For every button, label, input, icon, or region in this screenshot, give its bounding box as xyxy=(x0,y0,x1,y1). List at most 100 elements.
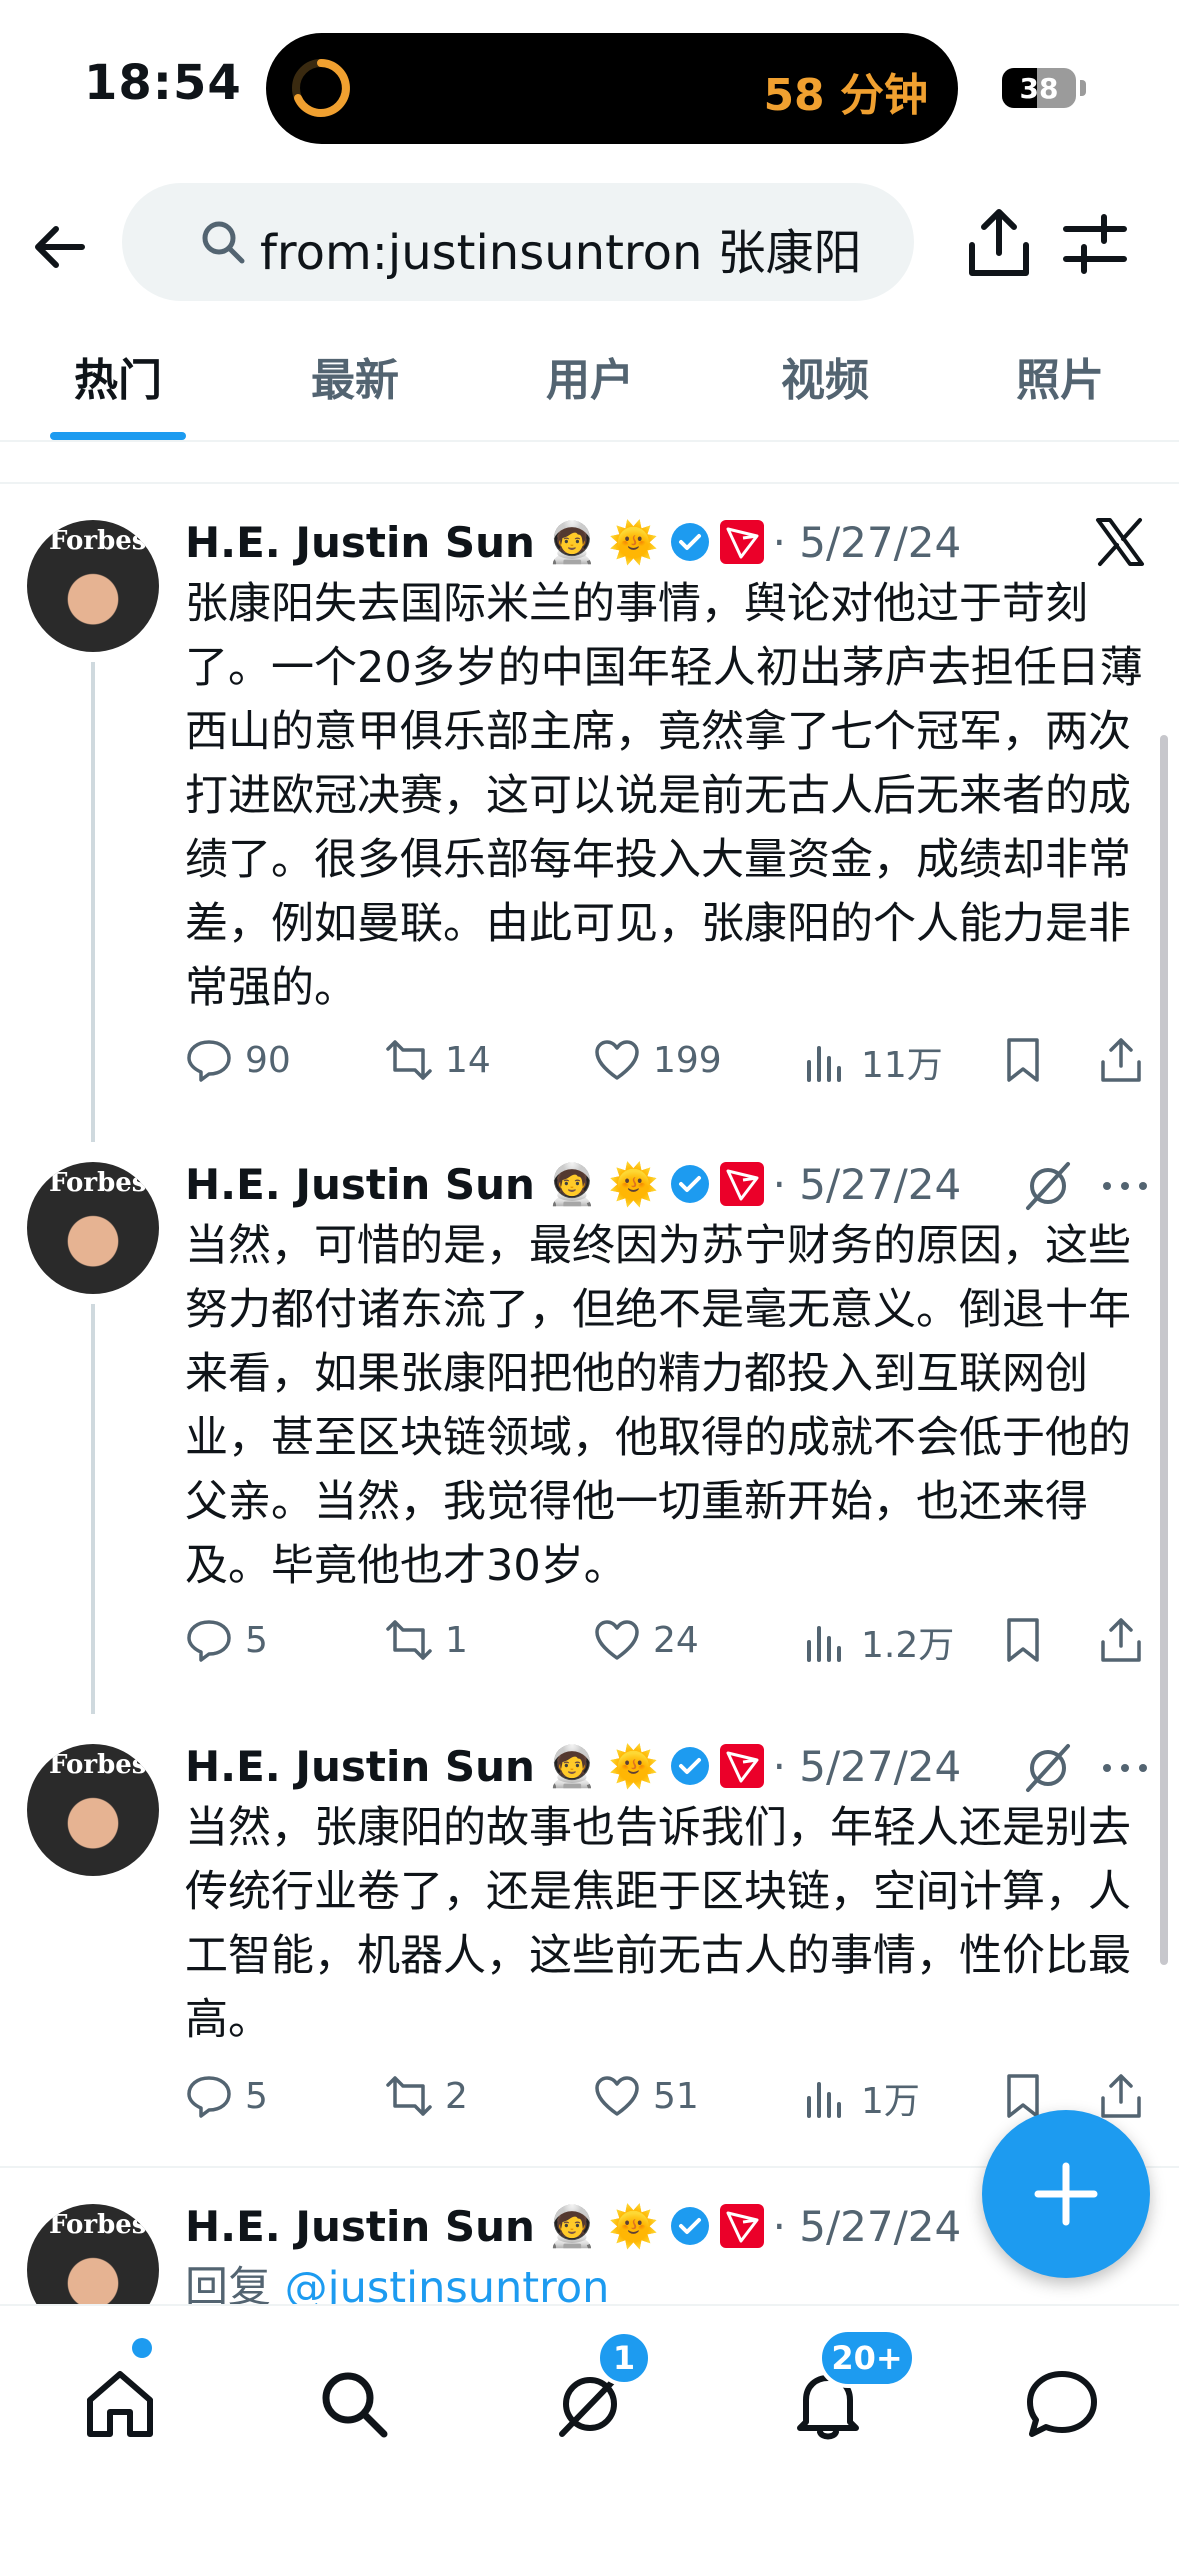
nav-home[interactable] xyxy=(82,2366,158,2442)
retweet-count: 2 xyxy=(445,2075,468,2117)
tron-logo-icon xyxy=(719,2204,764,2248)
sun-emoji: 🌞 xyxy=(608,2203,659,2250)
tab-top[interactable]: 热门 xyxy=(50,344,186,424)
reply-button[interactable]: 90 xyxy=(185,1036,291,1084)
search-icon xyxy=(202,221,245,264)
bookmark-button[interactable] xyxy=(999,1036,1047,1084)
heart-icon xyxy=(595,2076,639,2116)
tweet-item[interactable]: Forbes H.E. Justin Sun 🧑‍🚀 🌞 · 5/27/24 当… xyxy=(0,1708,1179,2168)
back-arrow-icon[interactable] xyxy=(28,215,92,279)
reply-icon xyxy=(187,1040,231,1082)
like-button[interactable]: 24 xyxy=(593,1616,699,1664)
avatar[interactable]: Forbes xyxy=(27,2204,159,2304)
status-time: 18:54 xyxy=(84,55,242,111)
share-icon xyxy=(1101,2074,1141,2118)
views-button[interactable]: 1万 xyxy=(801,2072,920,2124)
like-button[interactable]: 51 xyxy=(593,2072,699,2120)
compose-button[interactable] xyxy=(982,2110,1150,2278)
tweet-date[interactable]: · 5/27/24 xyxy=(773,1742,962,1791)
message-bubble-icon xyxy=(1027,2371,1097,2437)
avatar[interactable]: Forbes xyxy=(27,1162,159,1294)
view-count: 1.2万 xyxy=(861,1625,955,1666)
tweet-item[interactable]: Forbes H.E. Justin Sun 🧑‍🚀 🌞 · 5/27/24 当… xyxy=(0,1126,1179,1714)
like-button[interactable]: 199 xyxy=(593,1036,722,1084)
tweet-actions: 5 2 51 1万 xyxy=(185,2072,1145,2132)
bookmark-icon xyxy=(1007,1038,1039,1082)
tab-photos[interactable]: 照片 xyxy=(992,344,1128,424)
share-icon xyxy=(1101,1038,1141,1082)
retweet-button[interactable]: 2 xyxy=(385,2072,468,2120)
retweet-button[interactable]: 1 xyxy=(385,1616,468,1664)
sun-emoji: 🌞 xyxy=(608,519,659,566)
astronaut-emoji: 🧑‍🚀 xyxy=(546,2203,597,2250)
tab-latest[interactable]: 最新 xyxy=(287,344,423,424)
tab-videos[interactable]: 视频 xyxy=(757,344,893,424)
search-input[interactable]: from:justinsuntron 张康阳 xyxy=(122,183,914,301)
tweet-date[interactable]: · 5/27/24 xyxy=(773,1160,962,1209)
author-name[interactable]: H.E. Justin Sun xyxy=(185,1742,535,1791)
reply-button[interactable]: 5 xyxy=(185,2072,268,2120)
verified-badge-icon xyxy=(670,1165,709,1203)
reply-icon xyxy=(187,2076,231,2118)
more-options-icon[interactable] xyxy=(1100,1176,1150,1196)
share-tweet-button[interactable] xyxy=(1097,1616,1145,1664)
bookmark-icon xyxy=(1007,2074,1039,2118)
views-chart-icon xyxy=(807,1626,841,1662)
avatar[interactable]: Forbes xyxy=(27,520,159,652)
tweet-text: 当然，张康阳的故事也告诉我们，年轻人还是别去传统行业卷了，还是焦距于区块链，空间… xyxy=(185,1803,1131,2045)
reply-button[interactable]: 5 xyxy=(185,1616,268,1664)
tab-people[interactable]: 用户 xyxy=(522,344,658,424)
share-tweet-button[interactable] xyxy=(1097,1036,1145,1084)
tweet-date[interactable]: · 5/27/24 xyxy=(773,2202,962,2251)
views-button[interactable]: 11万 xyxy=(801,1036,943,1088)
author-name[interactable]: H.E. Justin Sun xyxy=(185,1160,535,1209)
sun-emoji: 🌞 xyxy=(608,1743,659,1790)
tweet-date[interactable]: · 5/27/24 xyxy=(773,518,962,567)
dynamic-island[interactable]: 58 分钟 xyxy=(266,33,958,144)
author-name[interactable]: H.E. Justin Sun xyxy=(185,2202,535,2251)
tron-logo-icon xyxy=(719,520,764,564)
heart-icon xyxy=(595,1040,639,1080)
like-count: 24 xyxy=(653,1619,699,1661)
share-tweet-button[interactable] xyxy=(1097,2072,1145,2120)
author-name[interactable]: H.E. Justin Sun xyxy=(185,518,535,567)
thread-line xyxy=(91,662,95,1142)
home-icon xyxy=(87,2371,153,2437)
retweet-icon xyxy=(386,1620,432,1660)
astronaut-emoji: 🧑‍🚀 xyxy=(546,519,597,566)
avatar[interactable]: Forbes xyxy=(27,1744,159,1876)
search-header: from:justinsuntron 张康阳 xyxy=(0,175,1179,315)
more-options-icon[interactable] xyxy=(1100,1758,1150,1778)
filter-sliders-icon[interactable] xyxy=(1062,211,1128,277)
grok-icon[interactable] xyxy=(1020,1740,1076,1796)
like-count: 51 xyxy=(653,2075,699,2117)
verified-badge-icon xyxy=(670,523,709,561)
grok-icon[interactable] xyxy=(1020,1158,1076,1214)
astronaut-emoji: 🧑‍🚀 xyxy=(546,1743,597,1790)
plus-icon xyxy=(1034,2162,1098,2226)
bookmark-button[interactable] xyxy=(999,2072,1047,2120)
reply-mention-link[interactable]: @justinsuntron xyxy=(285,2263,610,2304)
search-tabs: 热门 最新 用户 视频 照片 xyxy=(0,330,1179,442)
nav-messages[interactable] xyxy=(1024,2366,1100,2442)
retweet-button[interactable]: 14 xyxy=(385,1036,491,1084)
x-logo-icon xyxy=(1096,518,1144,566)
tweet-actions: 90 14 199 11万 xyxy=(185,1036,1145,1096)
verified-badge-icon xyxy=(670,2207,709,2245)
views-button[interactable]: 1.2万 xyxy=(801,1616,954,1668)
nav-search[interactable] xyxy=(316,2366,392,2442)
reply-count: 90 xyxy=(245,1039,291,1081)
retweet-count: 14 xyxy=(445,1039,491,1081)
tweet-text: 张康阳失去国际米兰的事情，舆论对他过于苛刻了。一个20多岁的中国年轻人初出茅庐去… xyxy=(185,579,1143,1013)
home-unread-dot xyxy=(132,2338,152,2358)
tron-logo-icon xyxy=(719,1162,764,1206)
retweet-count: 1 xyxy=(445,1619,468,1661)
search-icon xyxy=(322,2372,388,2438)
tweet-item[interactable]: Forbes H.E. Justin Sun 🧑‍🚀 🌞 · 5/27/24 张… xyxy=(0,484,1179,1142)
bookmark-button[interactable] xyxy=(999,1616,1047,1664)
like-count: 199 xyxy=(653,1039,722,1081)
tweet-feed[interactable]: Forbes H.E. Justin Sun 🧑‍🚀 🌞 · 5/27/24 张… xyxy=(0,482,1179,2304)
reply-count: 5 xyxy=(245,1619,268,1661)
scrollbar[interactable] xyxy=(1160,735,1168,1965)
share-icon[interactable] xyxy=(964,205,1034,281)
